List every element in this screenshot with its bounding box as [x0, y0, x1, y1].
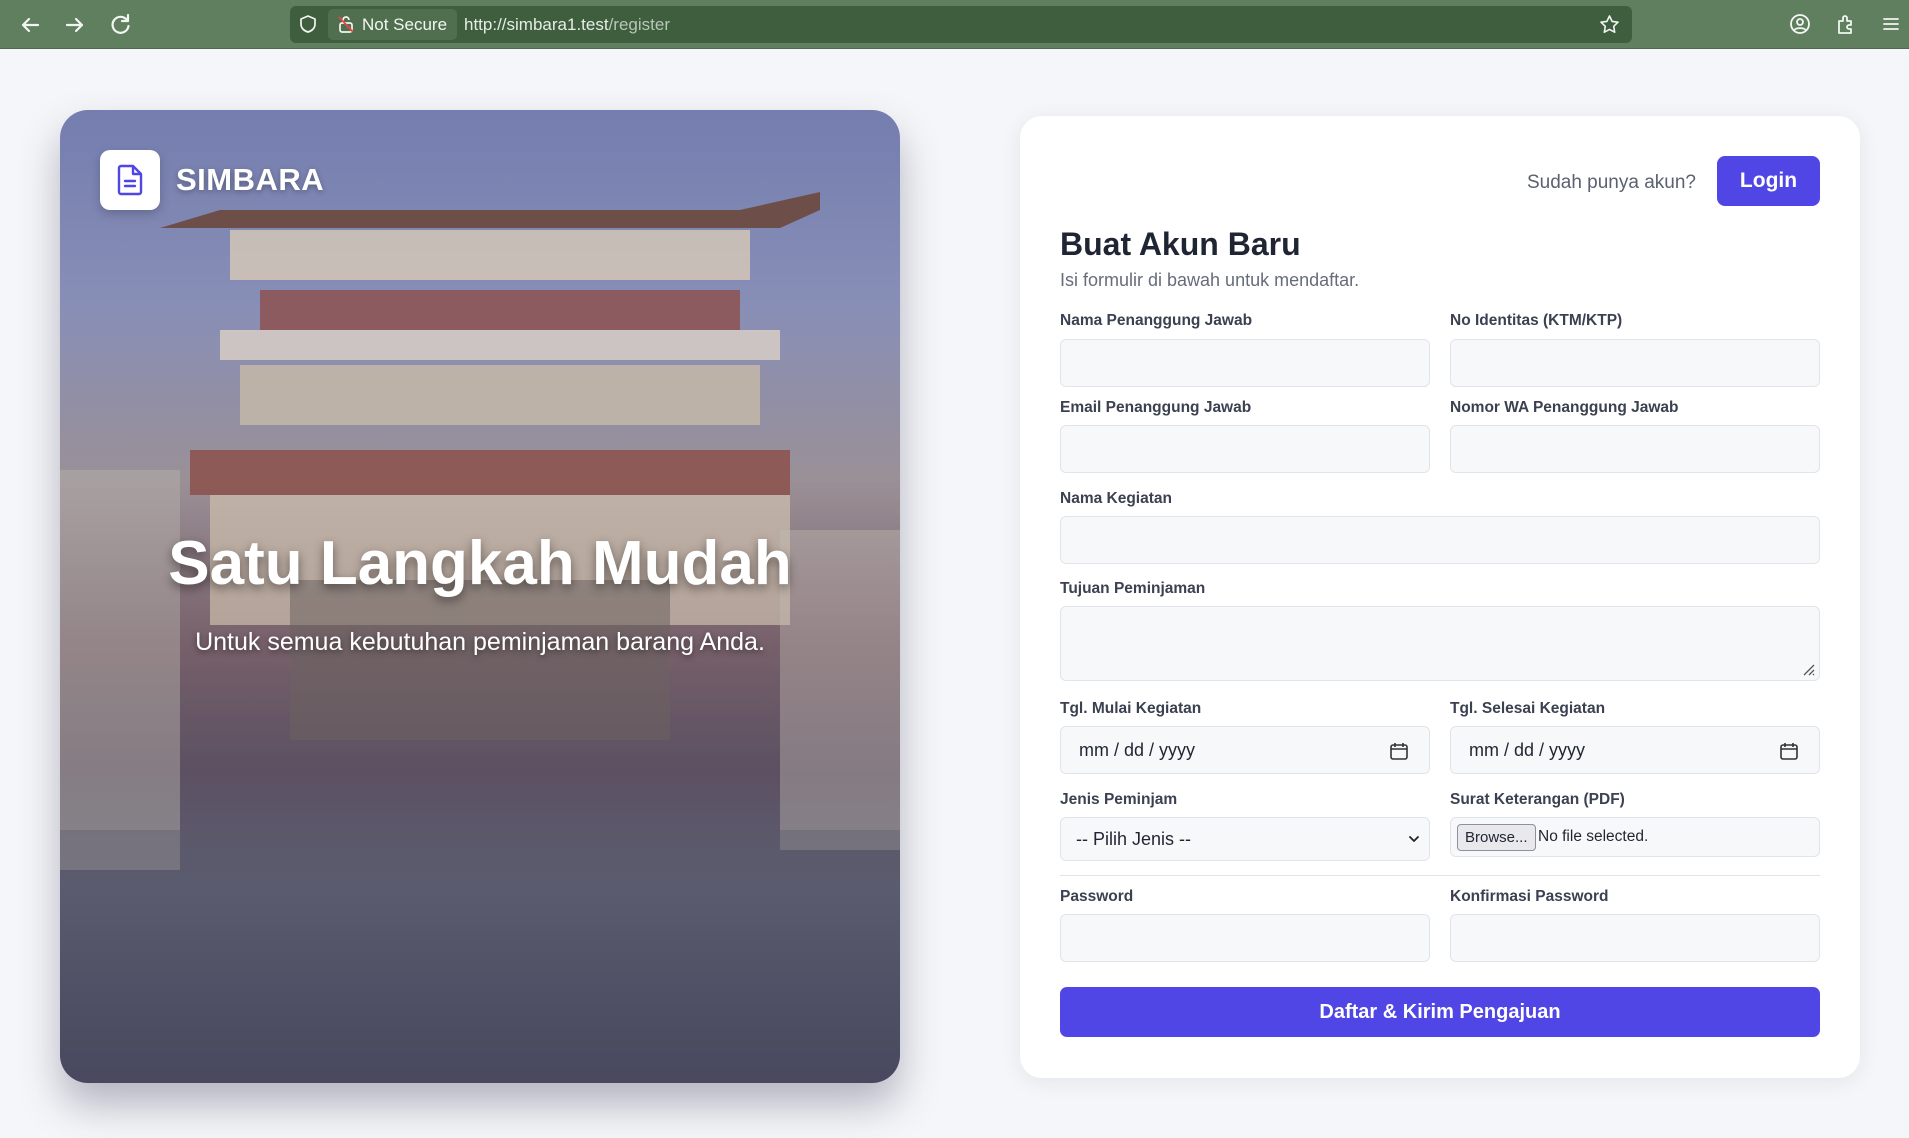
back-icon[interactable]	[16, 11, 44, 39]
hero-panel: SIMBARA Satu Langkah Mudah Untuk semua k…	[60, 110, 900, 1083]
label-nama-pj: Nama Penanggung Jawab	[1060, 312, 1253, 329]
date-placeholder: mm / dd / yyyy	[1079, 740, 1196, 760]
calendar-icon[interactable]	[1779, 741, 1799, 761]
chevron-down-icon	[1409, 836, 1419, 842]
nomor-wa-input[interactable]	[1450, 425, 1820, 473]
label-jenis: Jenis Peminjam	[1060, 791, 1178, 808]
url-text: http://simbara1.test/register	[464, 6, 670, 43]
konfirmasi-password-input[interactable]	[1450, 914, 1820, 962]
calendar-icon[interactable]	[1389, 741, 1409, 761]
hero-subtitle: Untuk semua kebutuhan peminjaman barang …	[195, 628, 765, 656]
label-surat: Surat Keterangan (PDF)	[1450, 791, 1625, 808]
label-tgl-mulai: Tgl. Mulai Kegiatan	[1060, 700, 1202, 717]
label-no-identitas: No Identitas (KTM/KTP)	[1450, 312, 1623, 329]
file-status: No file selected.	[1538, 828, 1649, 845]
label-nomor-wa: Nomor WA Penanggung Jawab	[1450, 399, 1679, 416]
url-path: /register	[608, 15, 670, 34]
reload-icon[interactable]	[106, 11, 134, 39]
label-konfirmasi: Konfirmasi Password	[1450, 888, 1609, 905]
form-title: Buat Akun Baru	[1060, 226, 1301, 262]
jenis-select[interactable]: -- Pilih Jenis --	[1060, 817, 1430, 861]
menu-icon[interactable]	[1879, 12, 1903, 36]
label-email-pj: Email Penanggung Jawab	[1060, 399, 1252, 416]
password-input[interactable]	[1060, 914, 1430, 962]
tgl-selesai-input[interactable]: mm / dd / yyyy	[1450, 726, 1820, 774]
brand-logo	[100, 150, 160, 210]
nama-pj-input[interactable]	[1060, 339, 1430, 387]
security-label: Not Secure	[362, 15, 448, 34]
account-icon[interactable]	[1788, 12, 1812, 36]
brand-name: SIMBARA	[176, 162, 325, 197]
no-identitas-input[interactable]	[1450, 339, 1820, 387]
star-icon[interactable]	[1599, 14, 1620, 35]
document-icon	[117, 164, 143, 196]
submit-button[interactable]: Daftar & Kirim Pengajuan	[1060, 987, 1820, 1037]
label-tujuan: Tujuan Peminjaman	[1060, 580, 1206, 597]
tujuan-textarea[interactable]	[1060, 606, 1820, 681]
url-host: http://simbara1.test	[464, 15, 609, 34]
login-button[interactable]: Login	[1717, 156, 1820, 206]
security-indicator[interactable]: Not Secure	[328, 9, 458, 40]
lock-warning-icon	[338, 16, 354, 33]
resize-handle-icon[interactable]	[1801, 662, 1815, 676]
extensions-icon[interactable]	[1834, 12, 1858, 36]
email-pj-input[interactable]	[1060, 425, 1430, 473]
label-tgl-selesai: Tgl. Selesai Kegiatan	[1450, 700, 1606, 717]
shield-icon[interactable]	[298, 14, 318, 34]
surat-file-input[interactable]: Browse... No file selected.	[1450, 817, 1820, 857]
form-divider	[1060, 875, 1820, 876]
browser-toolbar: Not Secure http://simbara1.test/register	[0, 0, 1909, 49]
login-prompt: Sudah punya akun?	[1526, 172, 1696, 193]
form-subtitle: Isi formulir di bawah untuk mendaftar.	[1060, 270, 1360, 290]
hero-title: Satu Langkah Mudah	[168, 529, 792, 598]
label-nama-kegiatan: Nama Kegiatan	[1060, 490, 1172, 507]
label-password: Password	[1060, 888, 1134, 905]
register-card: Sudah punya akun? Login Buat Akun Baru I…	[1020, 116, 1860, 1078]
browse-button[interactable]: Browse...	[1457, 824, 1536, 851]
address-bar[interactable]: Not Secure http://simbara1.test/register	[290, 6, 1632, 43]
jenis-selected-value: -- Pilih Jenis --	[1076, 829, 1192, 849]
nama-kegiatan-input[interactable]	[1060, 516, 1820, 564]
date-placeholder: mm / dd / yyyy	[1469, 740, 1586, 760]
tgl-mulai-input[interactable]: mm / dd / yyyy	[1060, 726, 1430, 774]
forward-icon[interactable]	[61, 11, 89, 39]
